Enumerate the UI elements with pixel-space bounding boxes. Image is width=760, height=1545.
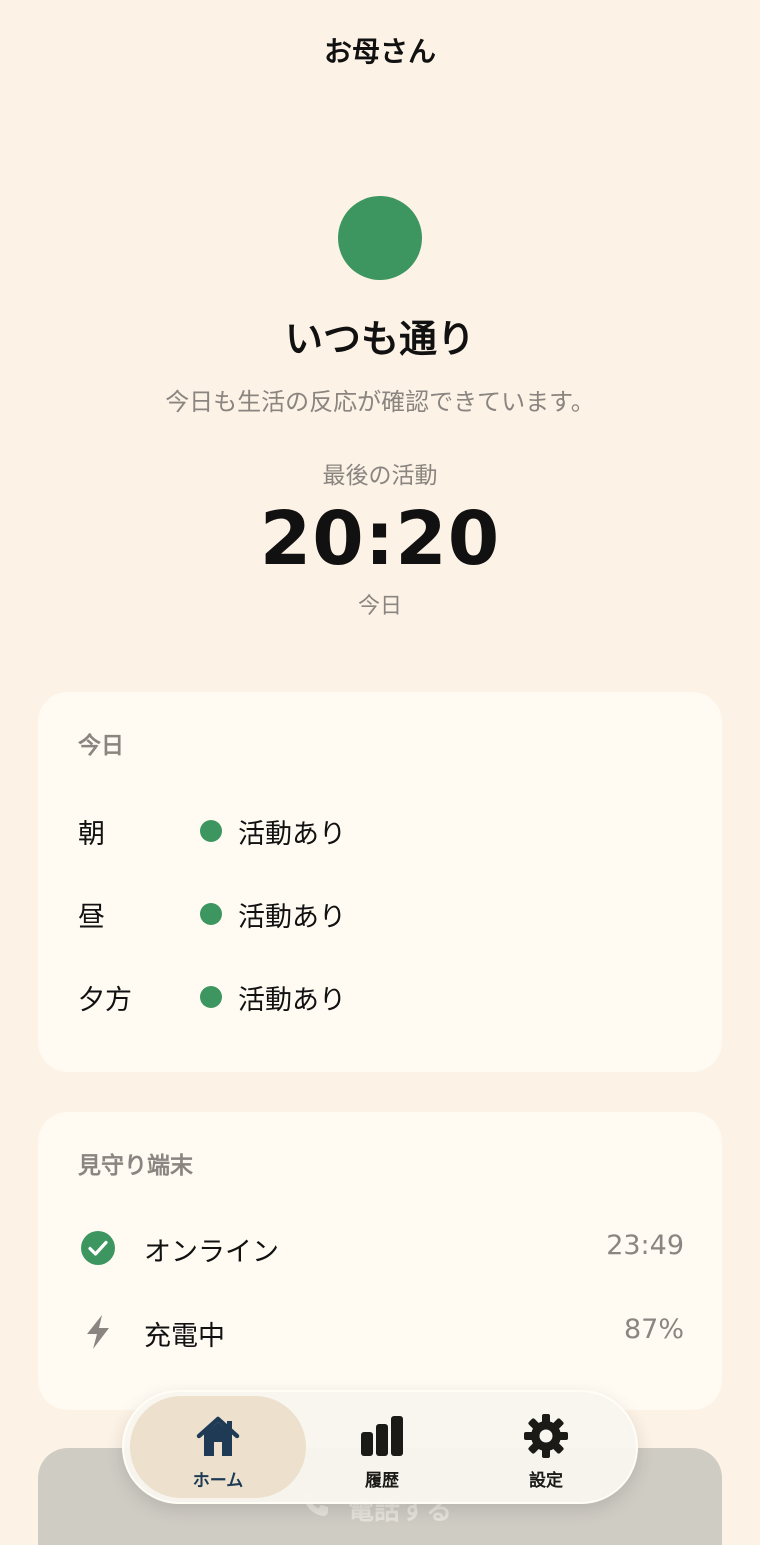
status-title: いつも通り [284, 317, 475, 361]
activity-period: 夕方 [78, 985, 132, 1016]
device-online-label: オンライン [144, 1237, 279, 1268]
bottom-nav: ホーム 履歴 設定 [122, 1390, 638, 1504]
nav-label-home: ホーム [192, 1471, 244, 1491]
device-charging-row: 充電中 87% [78, 1312, 684, 1352]
nav-item-home[interactable]: ホーム [130, 1396, 306, 1498]
activity-row-evening: 夕方 活動あり [78, 976, 678, 1016]
device-online-time: 23:49 [606, 1230, 684, 1261]
device-online-row: オンライン 23:49 [78, 1228, 684, 1268]
activity-row-noon: 昼 活動あり [78, 893, 678, 933]
nav-item-history[interactable]: 履歴 [294, 1396, 470, 1498]
gear-icon [522, 1412, 570, 1460]
last-activity-time: 20:20 [259, 496, 501, 582]
last-activity-day: 今日 [357, 594, 402, 619]
battery-level: 87% [623, 1314, 684, 1345]
activity-status: 活動あり [238, 985, 346, 1016]
nav-item-settings[interactable]: 設定 [458, 1396, 634, 1498]
activity-dot [200, 986, 222, 1008]
today-card-title: 今日 [78, 733, 124, 759]
last-activity-label: 最後の活動 [322, 463, 438, 489]
activity-status: 活動あり [238, 902, 346, 933]
home-icon [194, 1412, 242, 1460]
nav-label-history: 履歴 [365, 1471, 399, 1491]
check-circle-icon [78, 1228, 118, 1268]
device-card-title: 見守り端末 [78, 1153, 193, 1179]
activity-dot [200, 903, 222, 925]
activity-dot [200, 820, 222, 842]
activity-status: 活動あり [238, 819, 346, 850]
device-card: 見守り端末 オンライン 23:49 充電中 87% [38, 1112, 722, 1410]
status-indicator [338, 196, 422, 280]
page-title: お母さん [323, 35, 436, 68]
activity-period: 昼 [78, 902, 105, 933]
nav-label-settings: 設定 [529, 1471, 563, 1491]
device-charging-label: 充電中 [144, 1321, 225, 1352]
lightning-icon [78, 1312, 118, 1352]
today-card: 今日 朝 活動あり 昼 活動あり 夕方 活動あり [38, 692, 722, 1072]
bar-chart-icon [358, 1412, 406, 1460]
activity-row-morning: 朝 活動あり [78, 810, 678, 850]
status-subtitle: 今日も生活の反応が確認できています。 [165, 388, 595, 416]
activity-period: 朝 [78, 819, 105, 850]
